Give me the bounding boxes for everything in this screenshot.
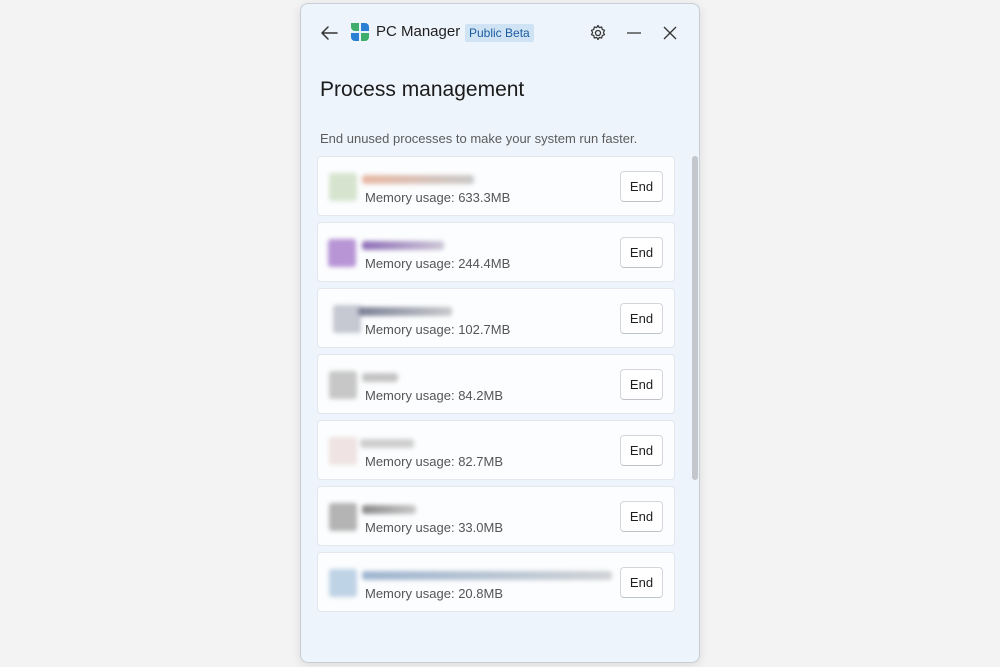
end-process-button[interactable]: End bbox=[620, 237, 663, 268]
memory-usage: Memory usage: 33.0MB bbox=[365, 520, 504, 535]
page-title: Process management bbox=[320, 78, 525, 101]
minimize-button[interactable] bbox=[623, 22, 645, 44]
process-item: Memory usage: 102.7MB End bbox=[317, 288, 675, 348]
process-item: Memory usage: 33.0MB End bbox=[317, 486, 675, 546]
title-bar: PC Manager Public Beta bbox=[301, 4, 699, 60]
process-icon bbox=[329, 569, 357, 597]
end-process-button[interactable]: End bbox=[620, 171, 663, 202]
process-name-redacted bbox=[362, 373, 398, 382]
back-button[interactable] bbox=[317, 21, 341, 45]
scrollbar-thumb[interactable] bbox=[692, 156, 698, 480]
process-name-redacted bbox=[358, 307, 452, 316]
memory-usage: Memory usage: 82.7MB bbox=[365, 454, 504, 469]
process-icon bbox=[329, 371, 357, 399]
memory-usage: Memory usage: 102.7MB bbox=[365, 322, 511, 337]
minimize-icon bbox=[627, 32, 641, 34]
close-icon bbox=[663, 26, 677, 40]
process-name-redacted bbox=[362, 505, 416, 514]
back-arrow-icon bbox=[321, 26, 338, 40]
end-process-button[interactable]: End bbox=[620, 303, 663, 334]
process-item: Memory usage: 84.2MB End bbox=[317, 354, 675, 414]
process-icon bbox=[329, 173, 357, 201]
gear-icon bbox=[590, 24, 606, 41]
process-name-redacted bbox=[362, 175, 474, 184]
page-description: End unused processes to make your system… bbox=[320, 131, 638, 146]
close-button[interactable] bbox=[659, 22, 681, 44]
memory-usage: Memory usage: 244.4MB bbox=[365, 256, 511, 271]
process-icon bbox=[329, 503, 357, 531]
memory-usage: Memory usage: 84.2MB bbox=[365, 388, 504, 403]
process-name-redacted bbox=[362, 571, 612, 580]
process-icon bbox=[333, 305, 361, 333]
end-process-button[interactable]: End bbox=[620, 567, 663, 598]
process-name-redacted bbox=[360, 439, 414, 448]
end-process-button[interactable]: End bbox=[620, 369, 663, 400]
settings-button[interactable] bbox=[587, 22, 609, 44]
pc-manager-logo bbox=[351, 23, 369, 41]
end-process-button[interactable]: End bbox=[620, 501, 663, 532]
pc-manager-window: PC Manager Public Beta Process managemen… bbox=[300, 3, 700, 663]
process-item: Memory usage: 244.4MB End bbox=[317, 222, 675, 282]
process-name-redacted bbox=[362, 241, 444, 250]
memory-usage: Memory usage: 633.3MB bbox=[365, 190, 511, 205]
process-icon bbox=[329, 437, 357, 465]
process-icon bbox=[328, 239, 356, 267]
end-process-button[interactable]: End bbox=[620, 435, 663, 466]
app-title: PC Manager bbox=[376, 23, 461, 40]
process-item: Memory usage: 82.7MB End bbox=[317, 420, 675, 480]
process-item: Memory usage: 20.8MB End bbox=[317, 552, 675, 612]
process-list: Memory usage: 633.3MB End Memory usage: … bbox=[317, 156, 675, 618]
memory-usage: Memory usage: 20.8MB bbox=[365, 586, 504, 601]
public-beta-badge: Public Beta bbox=[465, 24, 534, 42]
process-item: Memory usage: 633.3MB End bbox=[317, 156, 675, 216]
